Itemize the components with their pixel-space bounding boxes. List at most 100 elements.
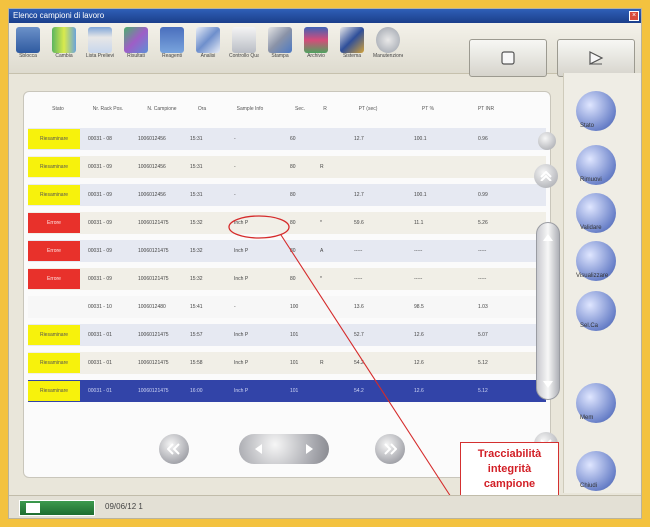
pt-pct-cell: -----	[414, 248, 423, 254]
stop-icon	[501, 51, 515, 65]
scroll-right-icon[interactable]	[305, 443, 315, 455]
sample-info-cell: Inch P	[234, 220, 249, 226]
annotation-line-3: campione	[483, 478, 536, 490]
horizontal-scrollbar[interactable]	[239, 434, 329, 464]
scroll-down-icon[interactable]	[542, 380, 554, 390]
document-icon	[232, 27, 256, 53]
lines-icon	[196, 27, 220, 53]
table-row[interactable]: Errore 00031 - 09 10060121475 15:32 Inch P 80…	[28, 240, 546, 262]
sample-info-cell: Inch P	[234, 276, 249, 282]
table-row[interactable]: Riesaminare 00031 - 09 1006012456 15:31 - 80 R	[28, 156, 546, 178]
sample-cell: 10060121475	[138, 220, 169, 226]
close-icon[interactable]: ×	[629, 11, 639, 21]
sec-cell: 80	[290, 248, 296, 254]
header-rack[interactable]: Nr. Rack Pos.	[88, 106, 128, 112]
header-sample-info[interactable]: Sample Info	[228, 106, 272, 112]
scroll-left-icon[interactable]	[253, 443, 263, 455]
table-row[interactable]: Errore 00031 - 09 10060121475 15:32 Inch P 80…	[28, 212, 546, 234]
r-cell: *	[320, 276, 322, 282]
toolbar-button-4[interactable]: Risultati	[121, 27, 151, 69]
table-row[interactable]: Riesaminare 00031 - 01 10060121475 16:00 Inc…	[28, 380, 546, 402]
sample-cell: 1006012456	[138, 192, 166, 198]
time-cell: 15:41	[190, 304, 203, 310]
pt-sec-cell: 12.7	[354, 192, 364, 198]
status-badge: Errore	[28, 213, 80, 233]
pt-inr-cell: 0.99	[478, 192, 488, 198]
pt-inr-cell: 5.07	[478, 332, 488, 338]
sec-cell: 100	[290, 304, 299, 310]
validare-label: Validare	[580, 225, 602, 231]
right-action-panel: Stato Rimuovi Validare Visualizzare Sel.…	[563, 73, 641, 493]
header-sec[interactable]: Sec.	[288, 106, 312, 112]
header-stato[interactable]: Stato	[40, 106, 76, 112]
start-button[interactable]	[557, 39, 635, 77]
toolbar-button-2[interactable]: Cambia	[49, 27, 79, 69]
pt-pct-cell: 11.1	[414, 220, 424, 226]
toolbar-button-1[interactable]: Sblocca	[13, 27, 43, 69]
header-r[interactable]: R	[318, 106, 332, 112]
sample-info-cell: -	[234, 136, 236, 142]
status-bar: 09/06/12 1	[9, 495, 641, 518]
double-arrow-right-icon	[384, 443, 397, 455]
scroll-track[interactable]	[536, 222, 560, 400]
header-time[interactable]: Ora	[190, 106, 214, 112]
toolbar-button-6[interactable]: Analisi	[193, 27, 223, 69]
play-icon	[589, 51, 604, 65]
table-row[interactable]: Riesaminare 00031 - 01 10060121475 15:58 Inc…	[28, 352, 546, 374]
sample-info-cell: -	[234, 192, 236, 198]
sec-cell: 101	[290, 332, 299, 338]
header-sample[interactable]: N. Campione	[140, 106, 184, 112]
rack-cell: 00031 - 09	[88, 220, 112, 226]
sec-cell: 80	[290, 276, 296, 282]
header-pt-sec[interactable]: PT (sec)	[348, 106, 388, 112]
table-row[interactable]: Errore 00031 - 09 10060121475 15:32 Inch P 80…	[28, 268, 546, 290]
toolbar-button-11[interactable]: Manutenzione	[373, 27, 403, 69]
annotation-line-2: integrità	[487, 463, 532, 475]
time-cell: 15:57	[190, 332, 203, 338]
header-pt-pct[interactable]: PT %	[408, 106, 448, 112]
table-row[interactable]: 00031 - 10 1006012480 15:41 - 100 13.6 98.5 1.0…	[28, 296, 546, 318]
toolbar: Sblocca Cambia Lista Prelievi Risultati …	[9, 23, 641, 77]
scroll-top-button[interactable]	[538, 132, 556, 150]
table-row[interactable]: Riesaminare 00031 - 09 1006012456 15:31 - 80 1…	[28, 184, 546, 206]
device-status-indicator[interactable]	[19, 500, 95, 516]
sample-cell: 1006012456	[138, 136, 166, 142]
toolbar-button-7[interactable]: Controllo Qualità	[229, 27, 259, 69]
sample-cell: 10060121475	[138, 276, 169, 282]
toolbar-button-8[interactable]: Stampa	[265, 27, 295, 69]
rack-cell: 00031 - 08	[88, 136, 112, 142]
header-pt-inr[interactable]: PT INR	[466, 106, 506, 112]
toolbar-button-5[interactable]: Reagenti	[157, 27, 187, 69]
sample-info-cell: Inch P	[234, 388, 249, 394]
status-badge: Riesaminare	[28, 353, 80, 373]
r-cell: R	[320, 360, 324, 366]
first-page-button[interactable]	[159, 434, 189, 464]
page-up-button[interactable]	[534, 164, 558, 188]
table-row[interactable]: Riesaminare 00031 - 01 10060121475 15:57 Inc…	[28, 324, 546, 346]
pt-sec-cell: 52.7	[354, 332, 364, 338]
rack-cell: 00031 - 01	[88, 360, 112, 366]
chart-icon	[124, 27, 148, 53]
scroll-up-icon[interactable]	[542, 232, 554, 242]
last-page-button[interactable]	[375, 434, 405, 464]
visualizzare-label: Visualizzare	[576, 273, 609, 279]
book-icon	[304, 27, 328, 53]
vertical-scrollbar[interactable]	[536, 222, 560, 400]
sample-cell: 1006012480	[138, 304, 166, 310]
table-row[interactable]: Riesaminare 00031 - 08 1006012456 15:31 - 60 1…	[28, 128, 546, 150]
pt-pct-cell: 98.5	[414, 304, 424, 310]
status-badge: Riesaminare	[28, 381, 80, 401]
double-chevron-up-icon	[540, 171, 552, 181]
users-icon	[160, 27, 184, 53]
sample-cell: 10060121475	[138, 332, 169, 338]
lab-person-icon	[16, 27, 40, 53]
time-cell: 15:32	[190, 276, 203, 282]
mem-label: Mem	[580, 415, 594, 421]
toolbar-button-10[interactable]: Sistema	[337, 27, 367, 69]
window-title: Elenco campioni di lavoro	[13, 11, 105, 20]
toolbar-button-3[interactable]: Lista Prelievi	[85, 27, 115, 69]
pt-pct-cell: 100.1	[414, 192, 427, 198]
toolbar-button-9[interactable]: Archivio	[301, 27, 331, 69]
sample-info-cell: Inch P	[234, 248, 249, 254]
stop-button[interactable]	[469, 39, 547, 77]
